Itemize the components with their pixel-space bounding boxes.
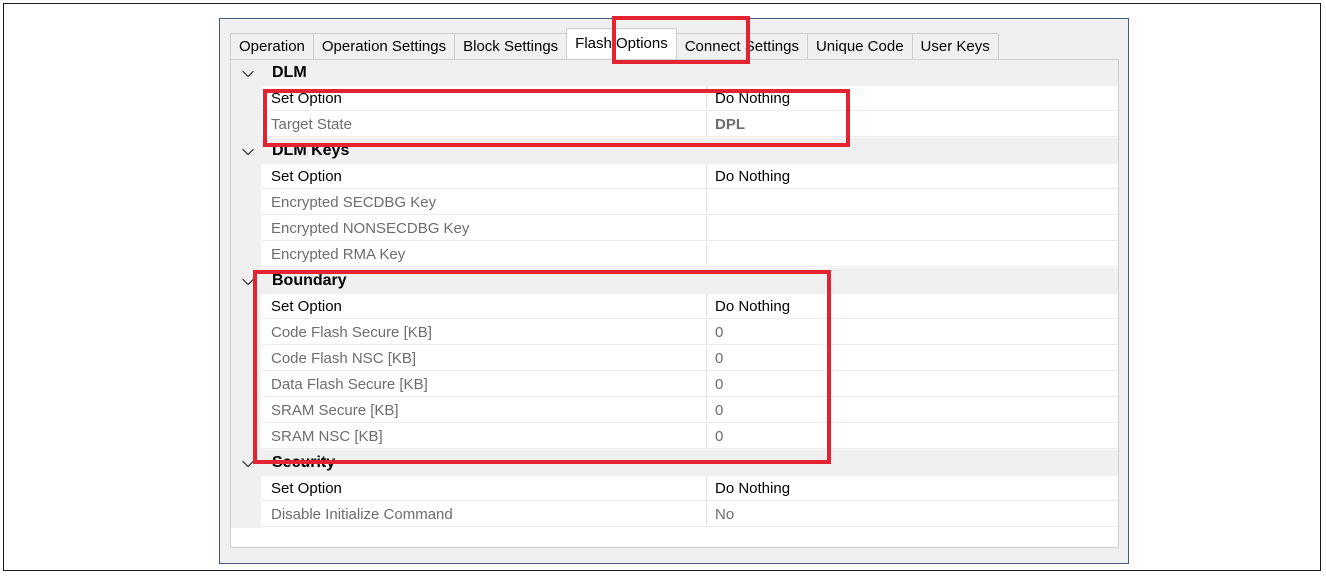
category-label: DLM Keys — [272, 142, 350, 159]
property-name: Code Flash NSC [KB] — [261, 346, 707, 371]
property-row: Data Flash Secure [KB] 0 — [231, 372, 1118, 398]
tab-unique-code[interactable]: Unique Code — [806, 33, 913, 59]
tab-flash-options[interactable]: Flash Options — [566, 28, 677, 59]
property-row[interactable]: Set Option Do Nothing — [231, 86, 1118, 112]
chevron-down-icon[interactable]: ⌵ — [237, 450, 259, 476]
category-label: Boundary — [272, 272, 347, 289]
property-value: DPL — [707, 112, 1118, 137]
property-name: Set Option — [261, 164, 707, 189]
property-row[interactable]: Set Option Do Nothing — [231, 294, 1118, 320]
property-name: Set Option — [261, 86, 707, 111]
property-value[interactable]: Do Nothing — [707, 86, 1118, 111]
property-name: Data Flash Secure [KB] — [261, 372, 707, 397]
property-value: 0 — [707, 424, 1118, 449]
category-label: DLM — [272, 64, 307, 81]
property-name: Target State — [261, 112, 707, 137]
tab-connect-settings[interactable]: Connect Settings — [675, 33, 808, 59]
property-row[interactable]: Set Option Do Nothing — [231, 476, 1118, 502]
chevron-down-icon[interactable]: ⌵ — [237, 268, 259, 294]
property-grid: ⌵ DLM Set Option Do Nothing Target State… — [230, 59, 1119, 548]
property-name: Set Option — [261, 476, 707, 501]
property-row: SRAM NSC [KB] 0 — [231, 424, 1118, 450]
property-row: Encrypted RMA Key — [231, 242, 1118, 268]
property-name: Encrypted NONSECDBG Key — [261, 216, 707, 241]
property-value: No — [707, 502, 1118, 527]
tab-block-settings[interactable]: Block Settings — [454, 33, 568, 59]
tab-operation-settings[interactable]: Operation Settings — [312, 33, 456, 59]
property-name: SRAM NSC [KB] — [261, 424, 707, 449]
property-row: Code Flash Secure [KB] 0 — [231, 320, 1118, 346]
property-row: Disable Initialize Command No — [231, 502, 1118, 528]
category-dlm-keys[interactable]: ⌵ DLM Keys — [231, 138, 1118, 164]
property-row[interactable]: Set Option Do Nothing — [231, 164, 1118, 190]
property-row: Encrypted NONSECDBG Key — [231, 216, 1118, 242]
category-dlm[interactable]: ⌵ DLM — [231, 60, 1118, 86]
property-value: 0 — [707, 320, 1118, 345]
property-value — [707, 216, 1118, 241]
property-name: Encrypted SECDBG Key — [261, 190, 707, 215]
property-name: Code Flash Secure [KB] — [261, 320, 707, 345]
category-boundary[interactable]: ⌵ Boundary — [231, 268, 1118, 294]
property-value: 0 — [707, 372, 1118, 397]
property-value: 0 — [707, 346, 1118, 371]
property-value[interactable]: Do Nothing — [707, 294, 1118, 319]
category-label: Security — [272, 454, 336, 471]
flash-programmer-panel: Operation Operation Settings Block Setti… — [219, 18, 1129, 564]
property-name: SRAM Secure [KB] — [261, 398, 707, 423]
property-value[interactable]: Do Nothing — [707, 476, 1118, 501]
property-name: Encrypted RMA Key — [261, 242, 707, 267]
chevron-down-icon[interactable]: ⌵ — [237, 60, 259, 86]
property-value: 0 — [707, 398, 1118, 423]
tab-user-keys[interactable]: User Keys — [911, 33, 999, 59]
property-row: Code Flash NSC [KB] 0 — [231, 346, 1118, 372]
tab-operation[interactable]: Operation — [230, 33, 314, 59]
tab-strip: Operation Operation Settings Block Setti… — [230, 28, 1119, 59]
property-name: Disable Initialize Command — [261, 502, 707, 527]
category-security[interactable]: ⌵ Security — [231, 450, 1118, 476]
chevron-down-icon[interactable]: ⌵ — [237, 138, 259, 164]
property-row: Target State DPL — [231, 112, 1118, 138]
property-value — [707, 190, 1118, 215]
property-value — [707, 242, 1118, 267]
property-value[interactable]: Do Nothing — [707, 164, 1118, 189]
property-name: Set Option — [261, 294, 707, 319]
property-row: Encrypted SECDBG Key — [231, 190, 1118, 216]
property-row: SRAM Secure [KB] 0 — [231, 398, 1118, 424]
